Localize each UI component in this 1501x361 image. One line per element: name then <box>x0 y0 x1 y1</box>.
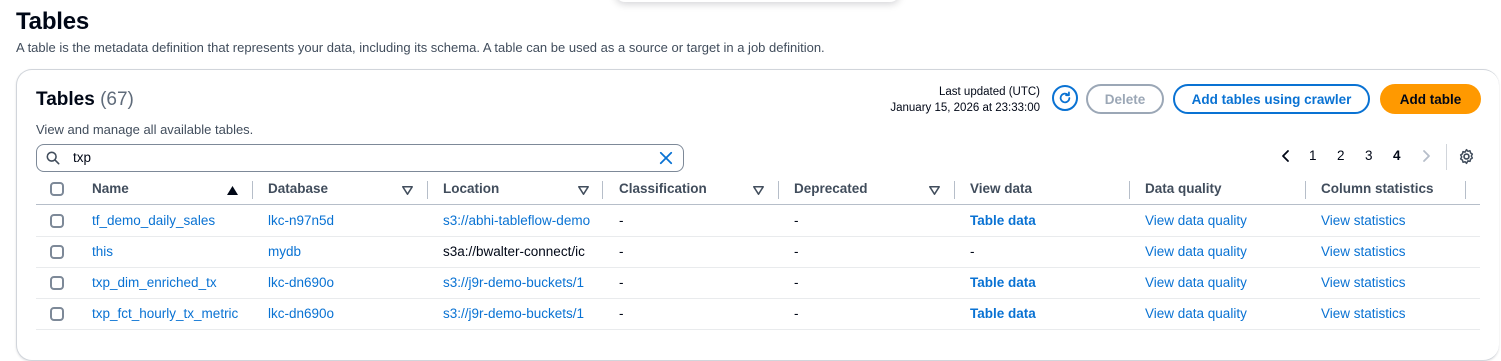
location-link[interactable]: s3://j9r-demo-buckets/1 <box>443 275 599 290</box>
row-checkbox[interactable] <box>50 245 64 259</box>
page-3[interactable]: 3 <box>1365 148 1373 163</box>
view-data-quality-link[interactable]: View data quality <box>1145 213 1247 228</box>
table-data-link[interactable]: Table data <box>970 275 1036 290</box>
page-1[interactable]: 1 <box>1309 148 1317 163</box>
column-separator[interactable] <box>954 181 955 199</box>
table-name-link[interactable]: this <box>92 244 252 259</box>
column-header-deprecated[interactable]: Deprecated <box>794 181 868 196</box>
last-updated-value: January 15, 2026 at 23:33:00 <box>890 102 1040 114</box>
column-header-database[interactable]: Database <box>268 181 328 196</box>
column-separator[interactable] <box>252 181 253 199</box>
search-input[interactable]: txp <box>36 144 684 172</box>
row-checkbox[interactable] <box>50 276 64 290</box>
column-separator[interactable] <box>1129 181 1130 199</box>
classification-value: - <box>619 244 624 259</box>
page-4-current[interactable]: 4 <box>1393 148 1401 163</box>
sort-icon[interactable] <box>929 186 940 195</box>
database-link[interactable]: mydb <box>268 244 418 259</box>
last-updated: Last updated (UTC) January 15, 2026 at 2… <box>840 84 1040 116</box>
database-link[interactable]: lkc-dn690o <box>268 306 418 321</box>
column-header-classification[interactable]: Classification <box>619 181 707 196</box>
column-separator[interactable] <box>602 181 603 199</box>
pagination-divider <box>1446 144 1447 170</box>
previous-page-icon[interactable] <box>1280 149 1292 163</box>
row-divider <box>36 267 1480 268</box>
classification-value: - <box>619 275 624 290</box>
sort-icon[interactable] <box>578 186 589 195</box>
column-separator[interactable] <box>1465 181 1466 199</box>
sort-icon[interactable] <box>753 186 764 195</box>
view-statistics-link[interactable]: View statistics <box>1321 244 1406 259</box>
container-description: View and manage all available tables. <box>36 122 254 137</box>
page-title: Tables <box>16 8 90 35</box>
classification-value: - <box>619 213 624 228</box>
search-icon <box>46 151 60 165</box>
table-data-link[interactable]: Table data <box>970 306 1036 321</box>
page-description: A table is the metadata definition that … <box>16 40 825 55</box>
select-all-checkbox[interactable] <box>50 182 64 196</box>
tables-container: Tables (67) View and manage all availabl… <box>16 69 1499 361</box>
database-link[interactable]: lkc-dn690o <box>268 275 418 290</box>
view-data-quality-link[interactable]: View data quality <box>1145 275 1247 290</box>
column-header-column-statistics: Column statistics <box>1321 181 1434 196</box>
header-divider <box>36 204 1480 205</box>
view-statistics-link[interactable]: View statistics <box>1321 213 1406 228</box>
row-checkbox[interactable] <box>50 307 64 321</box>
deprecated-value: - <box>794 275 799 290</box>
location-link[interactable]: s3://j9r-demo-buckets/1 <box>443 306 599 321</box>
page-2[interactable]: 2 <box>1337 148 1345 163</box>
column-header-view-data: View data <box>970 181 1033 196</box>
row-divider <box>36 298 1480 299</box>
column-header-data-quality: Data quality <box>1145 181 1222 196</box>
view-data-quality-link[interactable]: View data quality <box>1145 244 1247 259</box>
popover-shadow <box>615 0 900 2</box>
table-name-link[interactable]: txp_fct_hourly_tx_metric <box>92 306 252 321</box>
next-page-icon <box>1423 150 1430 162</box>
row-checkbox[interactable] <box>50 214 64 228</box>
location-value: s3a://bwalter-connect/ic <box>443 244 585 259</box>
view-data-quality-link[interactable]: View data quality <box>1145 306 1247 321</box>
sort-icon[interactable] <box>402 186 413 195</box>
view-statistics-link[interactable]: View statistics <box>1321 306 1406 321</box>
deprecated-value: - <box>794 244 799 259</box>
gear-icon[interactable] <box>1458 148 1475 165</box>
table-name-link[interactable]: txp_dim_enriched_tx <box>92 275 252 290</box>
add-tables-crawler-button[interactable]: Add tables using crawler <box>1173 84 1370 114</box>
column-separator[interactable] <box>427 181 428 199</box>
table-name-link[interactable]: tf_demo_daily_sales <box>92 213 252 228</box>
clear-search-icon[interactable] <box>659 151 673 165</box>
column-header-name[interactable]: Name <box>92 181 129 196</box>
container-title-text: Tables <box>36 89 95 110</box>
refresh-icon <box>1059 91 1071 104</box>
last-updated-label: Last updated (UTC) <box>939 86 1040 98</box>
row-divider <box>36 329 1480 330</box>
container-title: Tables (67) <box>36 89 134 111</box>
delete-button[interactable]: Delete <box>1086 84 1164 114</box>
refresh-button[interactable] <box>1052 85 1078 111</box>
view-data-value: - <box>970 244 975 259</box>
deprecated-value: - <box>794 213 799 228</box>
column-separator[interactable] <box>1305 181 1306 199</box>
classification-value: - <box>619 306 624 321</box>
sort-ascending-icon[interactable] <box>227 186 238 195</box>
table-data-link[interactable]: Table data <box>970 213 1036 228</box>
deprecated-value: - <box>794 306 799 321</box>
view-statistics-link[interactable]: View statistics <box>1321 275 1406 290</box>
search-value: txp <box>73 150 92 165</box>
table-count: (67) <box>100 89 134 110</box>
add-table-button[interactable]: Add table <box>1380 84 1481 114</box>
column-header-location[interactable]: Location <box>443 181 499 196</box>
column-separator[interactable] <box>778 181 779 199</box>
database-link[interactable]: lkc-n97n5d <box>268 213 418 228</box>
row-divider <box>36 236 1480 237</box>
location-link[interactable]: s3://abhi-tableflow-demo <box>443 213 599 228</box>
